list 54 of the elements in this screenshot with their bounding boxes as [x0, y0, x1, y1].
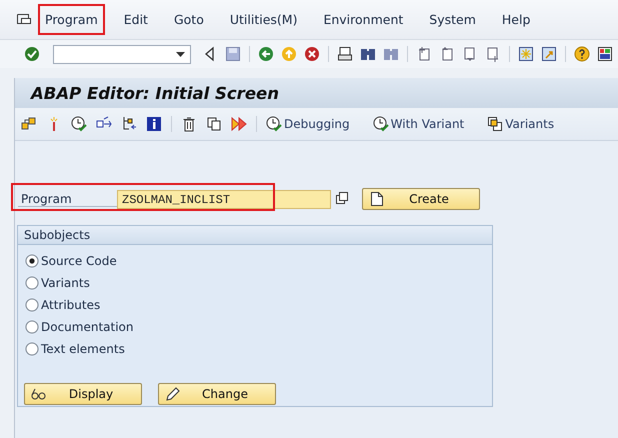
radio-button[interactable] — [25, 276, 39, 290]
toolbar-button[interactable]: With Variant — [372, 116, 464, 132]
group-title: Subobjects — [18, 226, 492, 245]
radio-option[interactable]: Attributes — [25, 294, 492, 316]
help-icon[interactable] — [574, 46, 590, 62]
menu-item[interactable]: Program — [38, 4, 105, 35]
glasses-icon — [31, 386, 47, 402]
new-session-icon[interactable] — [518, 46, 534, 62]
last-page-icon[interactable] — [485, 46, 501, 62]
enter-icon[interactable] — [24, 46, 40, 62]
action-button[interactable]: Display — [24, 383, 142, 405]
toolbar-button[interactable]: Debugging — [266, 116, 350, 132]
info-icon[interactable] — [146, 116, 162, 132]
clock-check-icon — [372, 116, 389, 132]
clock-check-icon — [266, 116, 282, 132]
document-icon — [369, 191, 385, 207]
menu-item[interactable]: Edit — [116, 4, 155, 35]
layout-icon[interactable] — [597, 46, 613, 62]
pencil-icon — [165, 386, 181, 402]
find-icon[interactable] — [360, 46, 376, 62]
shortcut-icon[interactable] — [541, 46, 557, 62]
radio-option[interactable]: Variants — [25, 272, 492, 294]
command-field[interactable] — [53, 44, 191, 64]
first-page-icon[interactable] — [416, 46, 432, 62]
dropdown-arrow-icon[interactable] — [176, 52, 185, 56]
find-next-icon[interactable] — [383, 46, 399, 62]
tree-icon[interactable] — [121, 116, 137, 132]
menu-item[interactable]: Environment — [316, 4, 410, 35]
radio-button[interactable] — [25, 254, 39, 268]
stacked-pages-icon — [487, 116, 504, 132]
radio-button[interactable] — [25, 298, 39, 312]
back-icon[interactable] — [258, 46, 274, 62]
menu-item[interactable]: Goto — [166, 4, 211, 35]
create-button[interactable]: Create — [362, 188, 480, 210]
radio-button[interactable] — [25, 320, 39, 334]
menu-item[interactable]: System — [422, 4, 483, 35]
radio-option[interactable]: Documentation — [25, 316, 492, 338]
toolbar-button[interactable]: Variants — [487, 116, 554, 132]
action-button[interactable]: Change — [158, 383, 276, 405]
trash-icon[interactable] — [181, 116, 197, 132]
print-icon[interactable] — [337, 46, 353, 62]
clock-check-icon[interactable] — [71, 116, 87, 132]
save-icon[interactable] — [225, 46, 241, 62]
program-input-field[interactable]: ZSOLMAN_INCLIST — [117, 190, 331, 208]
menu-item[interactable]: Help — [494, 4, 538, 35]
menu-item[interactable]: Utilities(M) — [222, 4, 304, 35]
cancel-icon[interactable] — [304, 46, 320, 62]
copy-icon[interactable] — [206, 116, 222, 132]
hierarchy-icon[interactable] — [21, 116, 37, 132]
radio-option[interactable]: Source Code — [25, 250, 492, 272]
radio-option[interactable]: Text elements — [25, 338, 492, 360]
value-help-icon[interactable] — [334, 191, 350, 207]
screen-title: ABAP Editor: Initial Screen — [15, 78, 618, 108]
radio-button[interactable] — [25, 342, 39, 356]
